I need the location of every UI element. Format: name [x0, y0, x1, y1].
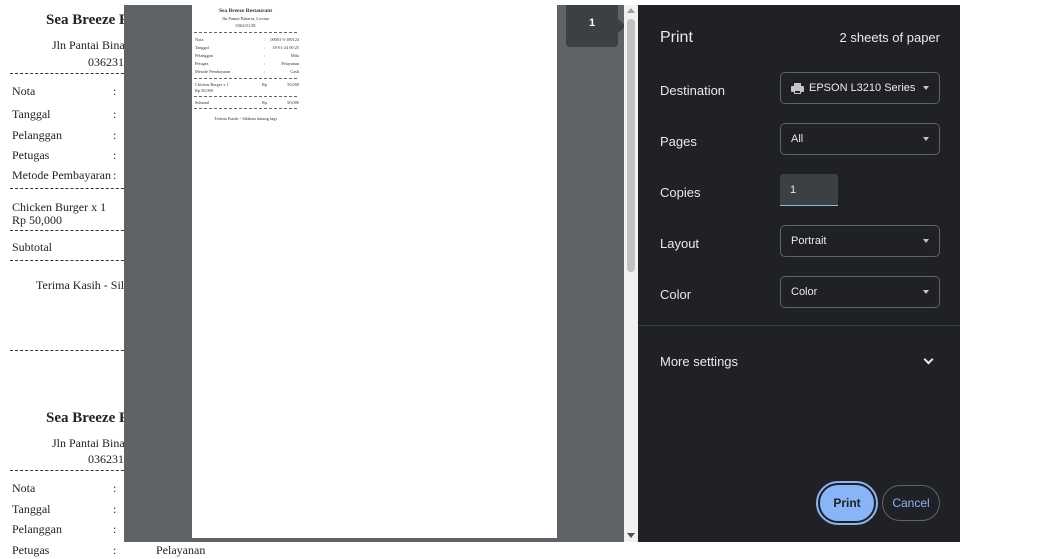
- print-dialog: Sea Breeze Restaurant Jln Pantai Binaria…: [124, 5, 960, 542]
- preview-row-label: Tanggal: [195, 45, 209, 50]
- print-button[interactable]: Print: [816, 481, 878, 525]
- chevron-down-icon: [923, 354, 934, 365]
- preview-divider: [194, 32, 297, 33]
- preview-row-label: Metode Pembayaran: [195, 69, 231, 74]
- preview-item-amount: 50,000: [287, 82, 299, 87]
- preview-item-line: Chicken Burger x 1: [195, 82, 229, 87]
- cancel-button[interactable]: Cancel: [882, 485, 940, 521]
- chevron-down-icon: [923, 86, 929, 90]
- preview-subtotal-rp: Rp: [262, 100, 268, 105]
- chevron-down-icon: [923, 290, 929, 294]
- bg-colon: :: [113, 168, 117, 182]
- scroll-down-arrow-icon[interactable]: [627, 533, 635, 538]
- page-number-indicator: 1: [566, 5, 626, 47]
- preview-divider: [194, 78, 297, 79]
- bg-label-nota-2: Nota: [12, 481, 36, 495]
- preview-item-rp: Rp: [262, 82, 268, 87]
- settings-divider: [638, 325, 960, 326]
- preview-subtotal-amount: 50,000: [287, 100, 299, 105]
- bg-subtotal-label: Subtotal: [12, 240, 53, 254]
- preview-row-colon: :: [264, 45, 266, 50]
- more-settings-toggle[interactable]: More settings: [638, 341, 960, 381]
- printer-icon: [791, 83, 804, 94]
- preview-row-value: 18-01-24 00:25: [272, 45, 299, 50]
- preview-row-value: Cash: [290, 69, 299, 74]
- preview-thanks: Terima Kasih - Silakan datang lagi: [214, 116, 277, 121]
- scroll-up-arrow-icon[interactable]: [627, 8, 635, 13]
- preview-phone: 036231138: [235, 23, 256, 28]
- preview-row-value: 00001-3-180124: [270, 37, 299, 42]
- bg-petugas-value: Pelayanan: [156, 543, 206, 557]
- preview-row-value: Mila: [290, 53, 299, 58]
- chevron-down-icon: [923, 239, 929, 243]
- destination-select[interactable]: EPSON L3210 Series: [780, 72, 940, 104]
- preview-row-colon: :: [264, 69, 266, 74]
- bg-item-price: Rp 50,000: [12, 213, 63, 227]
- bg-label-nota: Nota: [12, 84, 36, 98]
- bg-label-pelanggan-2: Pelanggan: [12, 522, 62, 536]
- bg-label-pelanggan: Pelanggan: [12, 128, 62, 142]
- color-value: Color: [791, 286, 818, 298]
- preview-row-colon: :: [264, 53, 266, 58]
- preview-divider: [194, 96, 297, 97]
- layout-value: Portrait: [791, 235, 827, 247]
- preview-restaurant-name: Sea Breeze Restaurant: [218, 8, 273, 14]
- preview-row-value: Pelayanan: [281, 61, 299, 66]
- preview-subtotal-label: Subtotal: [195, 100, 210, 105]
- bg-label-petugas-2: Petugas: [12, 543, 50, 557]
- preview-row-label: Nota: [195, 37, 204, 42]
- preview-row-colon: :: [264, 37, 266, 42]
- bg-colon: :: [113, 107, 117, 121]
- preview-row-label: Pelanggan: [195, 53, 213, 58]
- bg-colon: :: [113, 543, 117, 557]
- preview-address: Jln Pantai Binaria, Lovina: [222, 16, 269, 21]
- bg-label-tanggal: Tanggal: [12, 107, 51, 121]
- sheet-count: 2 sheets of paper: [839, 30, 940, 45]
- chevron-down-icon: [923, 137, 929, 141]
- pages-label: Pages: [660, 134, 697, 149]
- bg-label-petugas: Petugas: [12, 148, 50, 162]
- bg-colon: :: [113, 84, 117, 98]
- bg-colon: :: [113, 128, 117, 142]
- pages-select[interactable]: All: [780, 123, 940, 155]
- print-dialog-title: Print: [660, 29, 693, 46]
- print-preview-area: Sea Breeze Restaurant Jln Pantai Binaria…: [124, 5, 626, 542]
- copies-input[interactable]: 1: [780, 174, 838, 206]
- preview-sheet: Sea Breeze Restaurant Jln Pantai Binaria…: [192, 5, 557, 538]
- destination-label: Destination: [660, 83, 726, 98]
- bg-colon: :: [113, 522, 117, 536]
- color-label: Color: [660, 287, 692, 302]
- bg-colon: :: [113, 502, 117, 516]
- more-settings-label: More settings: [660, 354, 739, 369]
- preview-scrollbar[interactable]: [624, 5, 638, 542]
- pages-value: All: [791, 133, 804, 145]
- layout-select[interactable]: Portrait: [780, 225, 940, 257]
- print-settings-panel: Print 2 sheets of paper Destination EPSO…: [638, 5, 960, 542]
- preview-row-colon: :: [264, 61, 266, 66]
- bg-colon: :: [113, 148, 117, 162]
- destination-value: EPSON L3210 Series: [809, 82, 916, 94]
- color-select[interactable]: Color: [780, 276, 940, 308]
- preview-divider: [194, 108, 297, 109]
- copies-label: Copies: [660, 185, 701, 200]
- bg-colon: :: [113, 481, 117, 495]
- layout-label: Layout: [660, 236, 700, 251]
- bg-label-tanggal-2: Tanggal: [12, 502, 51, 516]
- bg-label-metode: Metode Pembayaran: [12, 168, 111, 182]
- scrollbar-thumb[interactable]: [627, 19, 635, 272]
- preview-row-label: Petugas: [195, 61, 209, 66]
- preview-item-price: Rp 50,000: [195, 88, 213, 93]
